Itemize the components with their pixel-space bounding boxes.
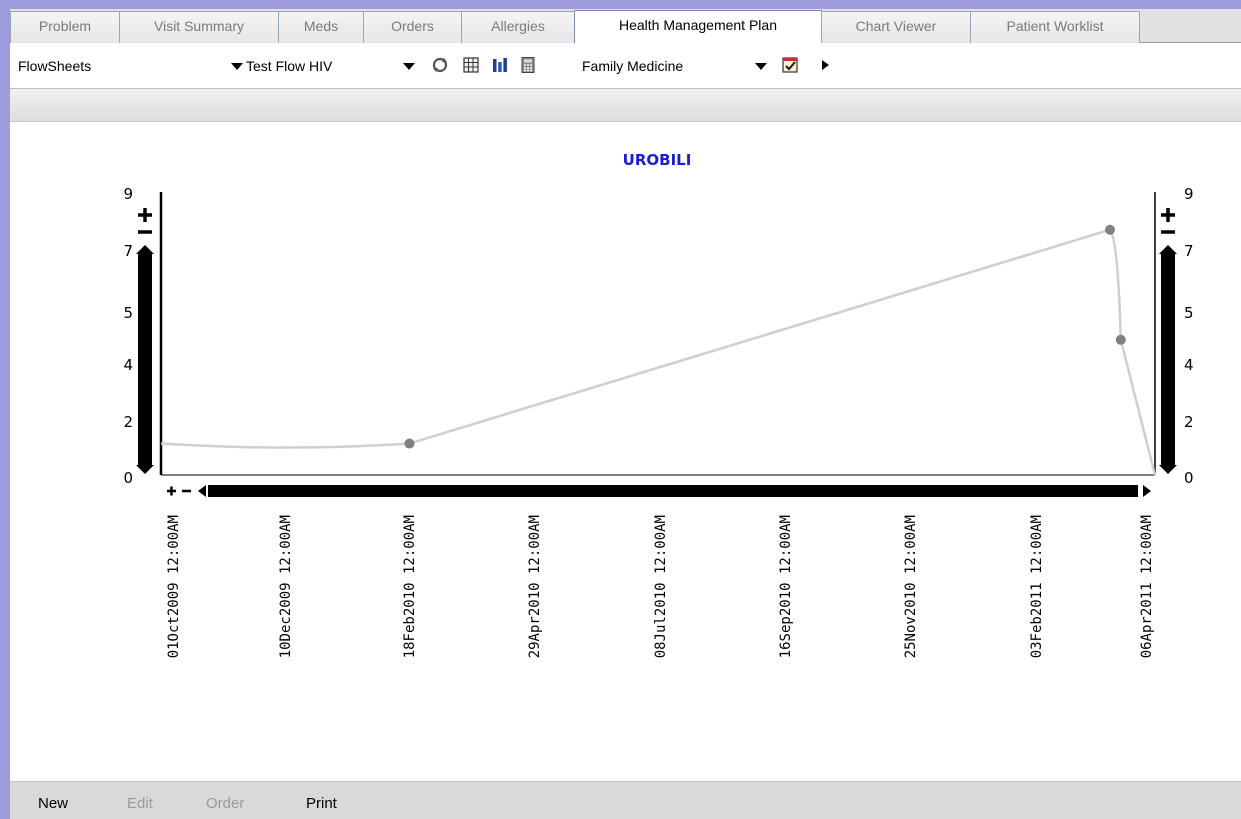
y-tick-right: 4 — [1184, 356, 1194, 374]
checklist-icon[interactable] — [781, 56, 799, 74]
tab-patient-worklist[interactable]: Patient Worklist — [970, 11, 1140, 43]
bottom-action-bar: New Edit Order Print — [10, 781, 1241, 819]
order-button[interactable]: Order — [206, 795, 244, 812]
view-select[interactable]: FlowSheets — [18, 56, 250, 78]
tab-bar: Problem Visit Summary Meds Orders Allerg… — [10, 9, 1241, 43]
x-tick-label: 10Dec2009 12:00AM — [278, 515, 294, 658]
toolbar: FlowSheets Test Flow HIV Family Medicine — [10, 43, 1241, 89]
y-tick-right: 0 — [1184, 469, 1194, 487]
series-line — [160, 228, 1157, 476]
tab-health-management-plan[interactable]: Health Management Plan — [574, 10, 822, 43]
x-tick-label: 16Sep2010 12:00AM — [778, 515, 794, 658]
new-button[interactable]: New — [38, 795, 68, 812]
y-tick-left: 9 — [123, 185, 133, 203]
chevron-down-icon — [755, 63, 767, 70]
refresh-icon[interactable] — [431, 56, 449, 74]
chevron-down-icon — [231, 63, 243, 70]
chevron-down-icon — [403, 63, 415, 70]
calculator-icon[interactable] — [519, 56, 537, 74]
table-icon[interactable] — [462, 56, 480, 74]
left-scrollbar[interactable] — [136, 245, 154, 474]
bottom-scrollbar[interactable] — [198, 485, 1151, 497]
specialty-select-value: Family Medicine — [582, 58, 684, 74]
y-tick-left: 0 — [123, 469, 133, 487]
tab-chart-viewer[interactable]: Chart Viewer — [821, 11, 971, 43]
series-layer — [160, 224, 1157, 476]
tab-visit-summary[interactable]: Visit Summary — [119, 11, 279, 43]
x-tick-label: 06Apr2011 12:00AM — [1139, 515, 1155, 658]
tab-problem[interactable]: Problem — [10, 11, 120, 43]
view-select-value: FlowSheets — [18, 58, 92, 74]
right-scrollbar[interactable] — [1159, 245, 1177, 474]
x-tick-label: 25Nov2010 12:00AM — [903, 515, 919, 658]
x-tick-label: 29Apr2010 12:00AM — [527, 515, 543, 658]
print-button[interactable]: Print — [306, 795, 337, 812]
y-tick-right: 5 — [1184, 304, 1194, 322]
y-tick-right: 7 — [1184, 242, 1194, 260]
chart-area: UROBILI 9 7 5 4 2 0 9 7 5 4 2 0 01Oct200… — [10, 122, 1241, 781]
specialty-select[interactable]: Family Medicine — [582, 56, 782, 78]
flowsheet-select-value: Test Flow HIV — [246, 58, 333, 74]
play-arrow-icon[interactable] — [819, 56, 831, 74]
y-tick-right: 2 — [1184, 413, 1194, 431]
left-zoom-in-icon[interactable] — [138, 208, 152, 222]
y-tick-right: 9 — [1184, 185, 1194, 203]
edit-button[interactable]: Edit — [127, 795, 153, 812]
y-tick-left: 7 — [123, 242, 133, 260]
y-tick-left: 5 — [123, 304, 133, 322]
x-tick-label: 08Jul2010 12:00AM — [653, 515, 669, 658]
chart-title: UROBILI — [623, 151, 692, 169]
data-point[interactable] — [1104, 224, 1115, 235]
y-tick-left: 4 — [123, 356, 133, 374]
bar-chart-icon[interactable] — [491, 56, 509, 74]
x-tick-label: 03Feb2011 12:00AM — [1029, 515, 1045, 658]
tab-allergies[interactable]: Allergies — [461, 11, 575, 43]
application-window: Problem Visit Summary Meds Orders Allerg… — [10, 9, 1241, 819]
bottom-zoom-in-icon[interactable] — [167, 486, 176, 496]
right-zoom-in-icon[interactable] — [1161, 208, 1175, 222]
y-tick-left: 2 — [123, 413, 133, 431]
secondary-toolbar — [10, 89, 1241, 122]
flowsheet-select[interactable]: Test Flow HIV — [246, 56, 416, 78]
x-tick-label: 01Oct2009 12:00AM — [166, 515, 182, 658]
x-tick-label: 18Feb2010 12:00AM — [402, 515, 418, 658]
data-point[interactable] — [404, 438, 415, 449]
chart: UROBILI 9 7 5 4 2 0 9 7 5 4 2 0 01Oct200… — [123, 151, 1194, 658]
tab-meds[interactable]: Meds — [278, 11, 364, 43]
tab-orders[interactable]: Orders — [363, 11, 462, 43]
data-point[interactable] — [1115, 334, 1126, 345]
